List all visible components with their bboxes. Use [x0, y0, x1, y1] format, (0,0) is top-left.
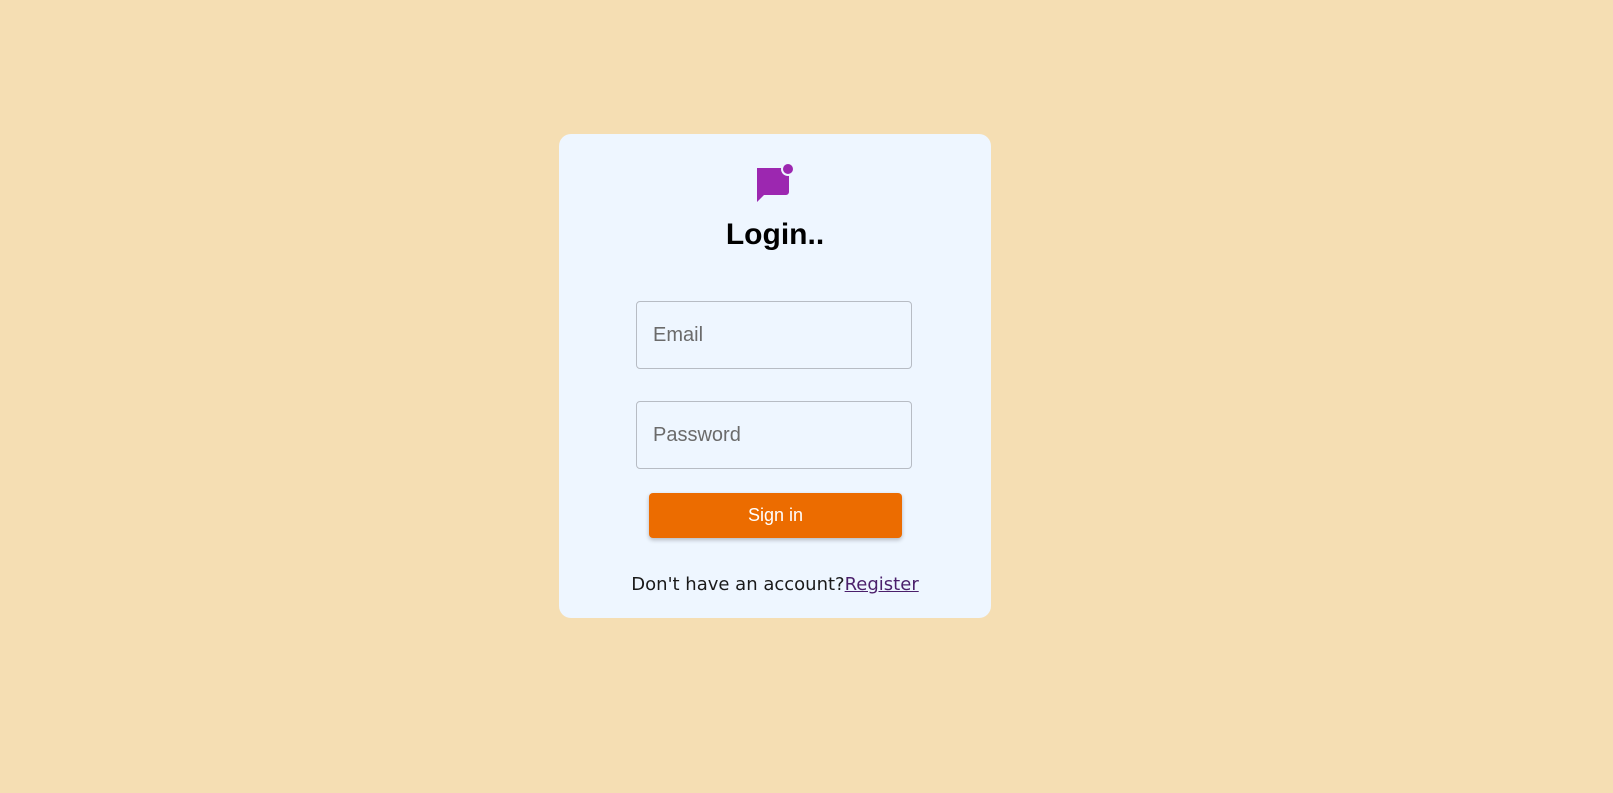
login-card: Login.. Sign in Don't have an account?Re… [559, 134, 991, 618]
page-title: Login.. [725, 218, 825, 251]
chat-notification-icon [755, 162, 795, 202]
sign-in-button[interactable]: Sign in [649, 493, 902, 538]
register-link[interactable]: Register [845, 574, 919, 595]
password-field[interactable] [636, 401, 912, 469]
no-account-text: Don't have an account? [631, 574, 845, 595]
email-field[interactable] [636, 301, 912, 369]
register-prompt: Don't have an account?Register [559, 573, 991, 597]
